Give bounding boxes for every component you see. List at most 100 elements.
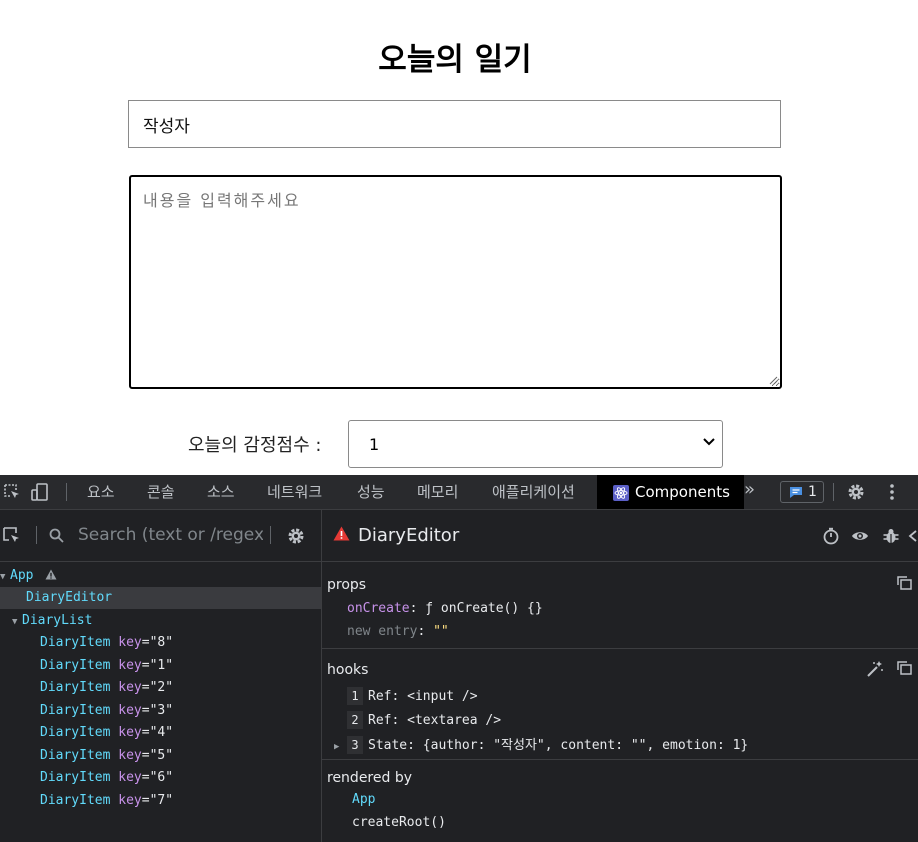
- key-label: key: [118, 770, 142, 785]
- expand-triangle-icon[interactable]: ▼: [0, 566, 10, 588]
- hook-row[interactable]: 2 Ref: <textarea />: [347, 711, 501, 729]
- tab-memory[interactable]: 메모리: [417, 475, 458, 509]
- tree-node-label: DiaryEditor: [26, 590, 113, 605]
- hooks-section-title: hooks: [327, 662, 369, 678]
- key-label: key: [118, 680, 142, 695]
- tree-node-diaryitem[interactable]: DiaryItem key="3": [40, 700, 173, 722]
- key-value: "4": [149, 725, 174, 740]
- inspected-component-name: DiaryEditor: [358, 525, 460, 546]
- key-value: "1": [149, 658, 174, 673]
- hook-index: 1: [347, 687, 363, 705]
- gear-icon[interactable]: [846, 482, 866, 502]
- eye-icon[interactable]: [851, 527, 869, 545]
- tree-node-diaryitem[interactable]: DiaryItem key="7": [40, 790, 173, 812]
- resize-grip-icon[interactable]: [768, 375, 778, 385]
- expand-triangle-icon[interactable]: ▶: [334, 742, 347, 752]
- copy-icon[interactable]: [896, 575, 912, 591]
- props-section-title: props: [327, 577, 367, 593]
- key-label: key: [118, 725, 142, 740]
- magic-wand-icon[interactable]: [866, 660, 884, 678]
- tab-network[interactable]: 네트워크: [267, 475, 322, 509]
- page-title: 오늘의 일기: [378, 42, 532, 78]
- copy-icon[interactable]: [896, 660, 912, 676]
- key-value: "5": [149, 748, 174, 763]
- section-divider: [322, 759, 918, 760]
- devtools-panel: 요소 콘솔 소스 네트워크 성능 메모리 애플리케이션 Components »…: [0, 475, 918, 842]
- hook-row[interactable]: ▶ 3 State: {author: "작성자", content: "", em…: [334, 734, 748, 754]
- tree-node-diaryitem[interactable]: DiaryItem key="1": [40, 655, 173, 677]
- hook-index: 3: [347, 736, 363, 754]
- tab-application[interactable]: 애플리케이션: [492, 475, 575, 509]
- tree-node-diaryitem[interactable]: DiaryItem key="5": [40, 745, 173, 767]
- error-warning-icon: [333, 526, 350, 541]
- key-label: key: [118, 793, 142, 808]
- stopwatch-icon[interactable]: [822, 527, 840, 545]
- bug-icon[interactable]: [882, 527, 900, 545]
- tree-node-diaryitem[interactable]: DiaryItem key="4": [40, 722, 173, 744]
- more-options-icon[interactable]: [882, 482, 902, 502]
- select-element-icon[interactable]: [2, 526, 22, 546]
- emotion-selected-value: 1: [369, 435, 380, 454]
- tree-node-label: DiaryItem: [40, 703, 111, 718]
- component-search-input[interactable]: [78, 524, 263, 546]
- devtools-tab-bar: 요소 콘솔 소스 네트워크 성능 메모리 애플리케이션 Components »…: [0, 475, 918, 510]
- inspect-element-icon[interactable]: [2, 482, 22, 502]
- hook-row[interactable]: 1 Ref: <input />: [347, 687, 478, 705]
- key-label: key: [118, 658, 142, 673]
- tree-node-diarylist[interactable]: ▼ DiaryList: [12, 610, 92, 632]
- prop-key: onCreate: [347, 601, 410, 616]
- key-value: "7": [149, 793, 174, 808]
- hook-text: State: {author: "작성자", content: "", emot…: [368, 738, 749, 753]
- tree-node-diaryeditor[interactable]: DiaryEditor: [0, 587, 321, 609]
- key-value: "6": [149, 770, 174, 785]
- prop-row[interactable]: onCreate: ƒ onCreate() {}: [347, 601, 543, 616]
- tree-node-label: DiaryItem: [40, 793, 111, 808]
- tree-node-app[interactable]: ▼ App: [0, 565, 57, 587]
- tree-toolbar: [0, 510, 321, 562]
- device-toolbar-icon[interactable]: [30, 482, 50, 502]
- content-textarea[interactable]: [129, 175, 782, 389]
- emotion-select[interactable]: 1: [348, 420, 723, 468]
- key-label: key: [118, 635, 142, 650]
- toolbar-divider: [66, 483, 67, 501]
- search-icon: [49, 528, 64, 543]
- author-input[interactable]: [128, 100, 781, 148]
- issues-badge[interactable]: 1: [780, 481, 824, 503]
- component-inspector: DiaryEditor props onCreate: ƒ onCreate()…: [322, 510, 918, 842]
- key-value: "3": [149, 703, 174, 718]
- toolbar-divider: [36, 526, 37, 544]
- tab-elements[interactable]: 요소: [87, 475, 115, 509]
- key-value: "8": [149, 635, 174, 650]
- key-label: key: [118, 748, 142, 763]
- message-icon: [790, 487, 802, 498]
- tree-node-label: DiaryItem: [40, 635, 111, 650]
- prop-row[interactable]: new entry: "": [347, 624, 449, 639]
- tree-node-diaryitem[interactable]: DiaryItem key="8": [40, 632, 173, 654]
- tree-node-diaryitem[interactable]: DiaryItem key="2": [40, 677, 173, 699]
- gear-icon[interactable]: [286, 526, 306, 546]
- inspector-header: DiaryEditor: [322, 510, 918, 562]
- toolbar-divider: [270, 526, 271, 544]
- expand-triangle-icon[interactable]: ▼: [12, 611, 22, 633]
- tab-sources[interactable]: 소스: [207, 475, 235, 509]
- tree-node-label: DiaryList: [22, 613, 93, 628]
- rendered-by-app-link[interactable]: App: [352, 792, 375, 807]
- tab-console[interactable]: 콘솔: [147, 475, 175, 509]
- chevron-down-icon: [703, 438, 715, 446]
- key-value: "2": [149, 680, 174, 695]
- hook-text: Ref: <input />: [368, 689, 478, 704]
- hook-index: 2: [347, 711, 363, 729]
- code-icon[interactable]: [908, 527, 918, 545]
- prop-value: "": [433, 624, 449, 639]
- more-tabs-button[interactable]: »: [744, 479, 755, 500]
- tab-components[interactable]: Components: [597, 475, 744, 509]
- key-label: key: [118, 703, 142, 718]
- component-tree-panel: ▼App DiaryEditor ▼DiaryList DiaryItem ke…: [0, 510, 322, 842]
- app-page: 오늘의 일기 오늘의 감정점수 : 1: [0, 0, 918, 475]
- section-divider: [322, 648, 918, 649]
- prop-value: ƒ onCreate() {}: [425, 601, 543, 616]
- tree-node-label: DiaryItem: [40, 770, 111, 785]
- tree-node-diaryitem[interactable]: DiaryItem key="6": [40, 767, 173, 789]
- tab-performance[interactable]: 성능: [357, 475, 385, 509]
- tree-node-label: DiaryItem: [40, 748, 111, 763]
